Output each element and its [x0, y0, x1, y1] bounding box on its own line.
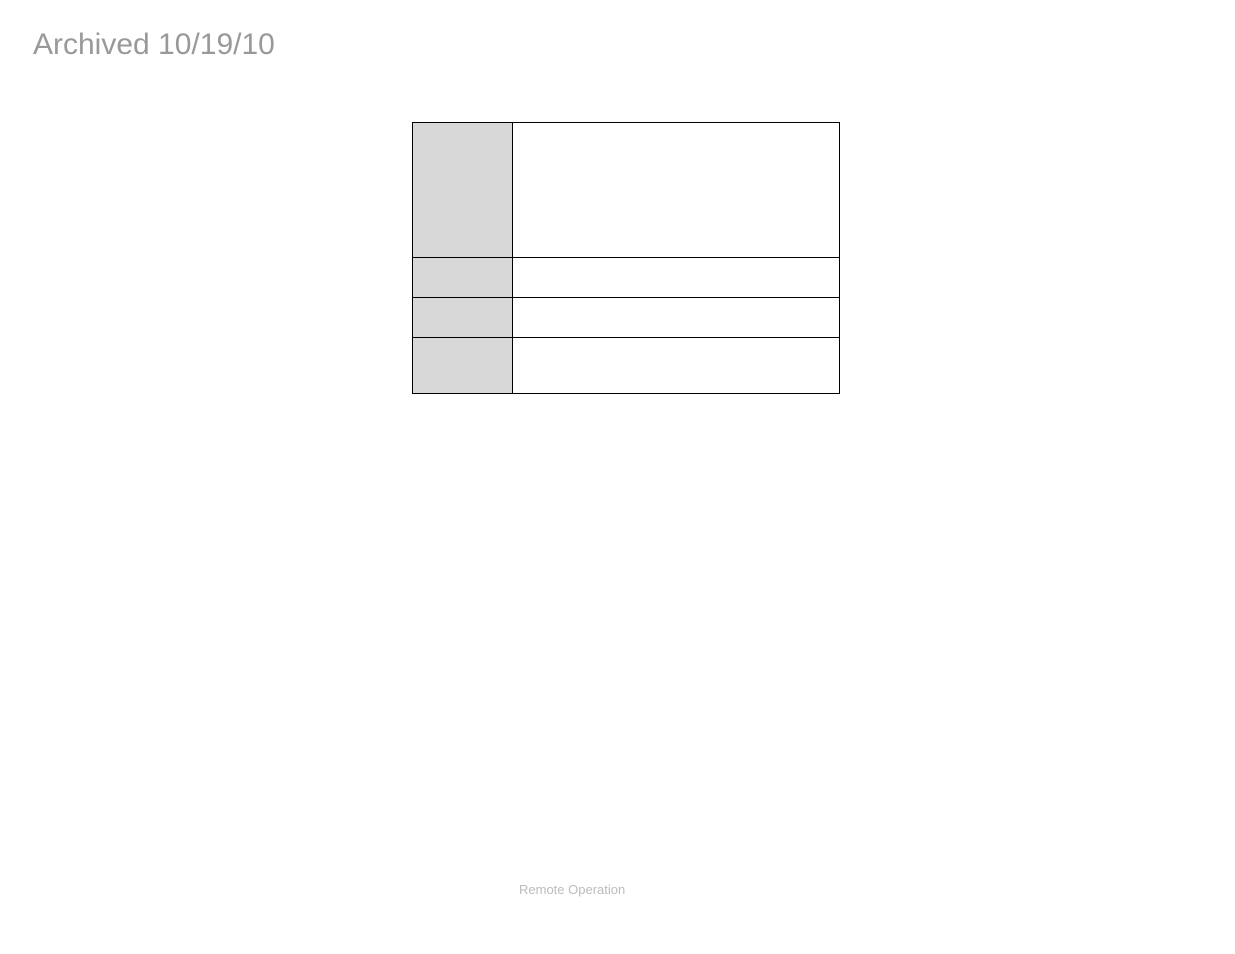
table-value-cell	[512, 338, 839, 394]
table-label-cell	[413, 258, 513, 298]
table-row	[413, 258, 840, 298]
footer-section-label: Remote Operation	[519, 882, 625, 897]
table-label-cell	[413, 298, 513, 338]
table-row	[413, 298, 840, 338]
table-row	[413, 338, 840, 394]
table-value-cell	[512, 298, 839, 338]
table-row	[413, 123, 840, 258]
table-label-cell	[413, 123, 513, 258]
table-value-cell	[512, 123, 839, 258]
data-table	[412, 122, 840, 394]
archived-watermark: Archived 10/19/10	[33, 28, 275, 62]
table-value-cell	[512, 258, 839, 298]
data-table-container	[412, 122, 840, 394]
table-label-cell	[413, 338, 513, 394]
